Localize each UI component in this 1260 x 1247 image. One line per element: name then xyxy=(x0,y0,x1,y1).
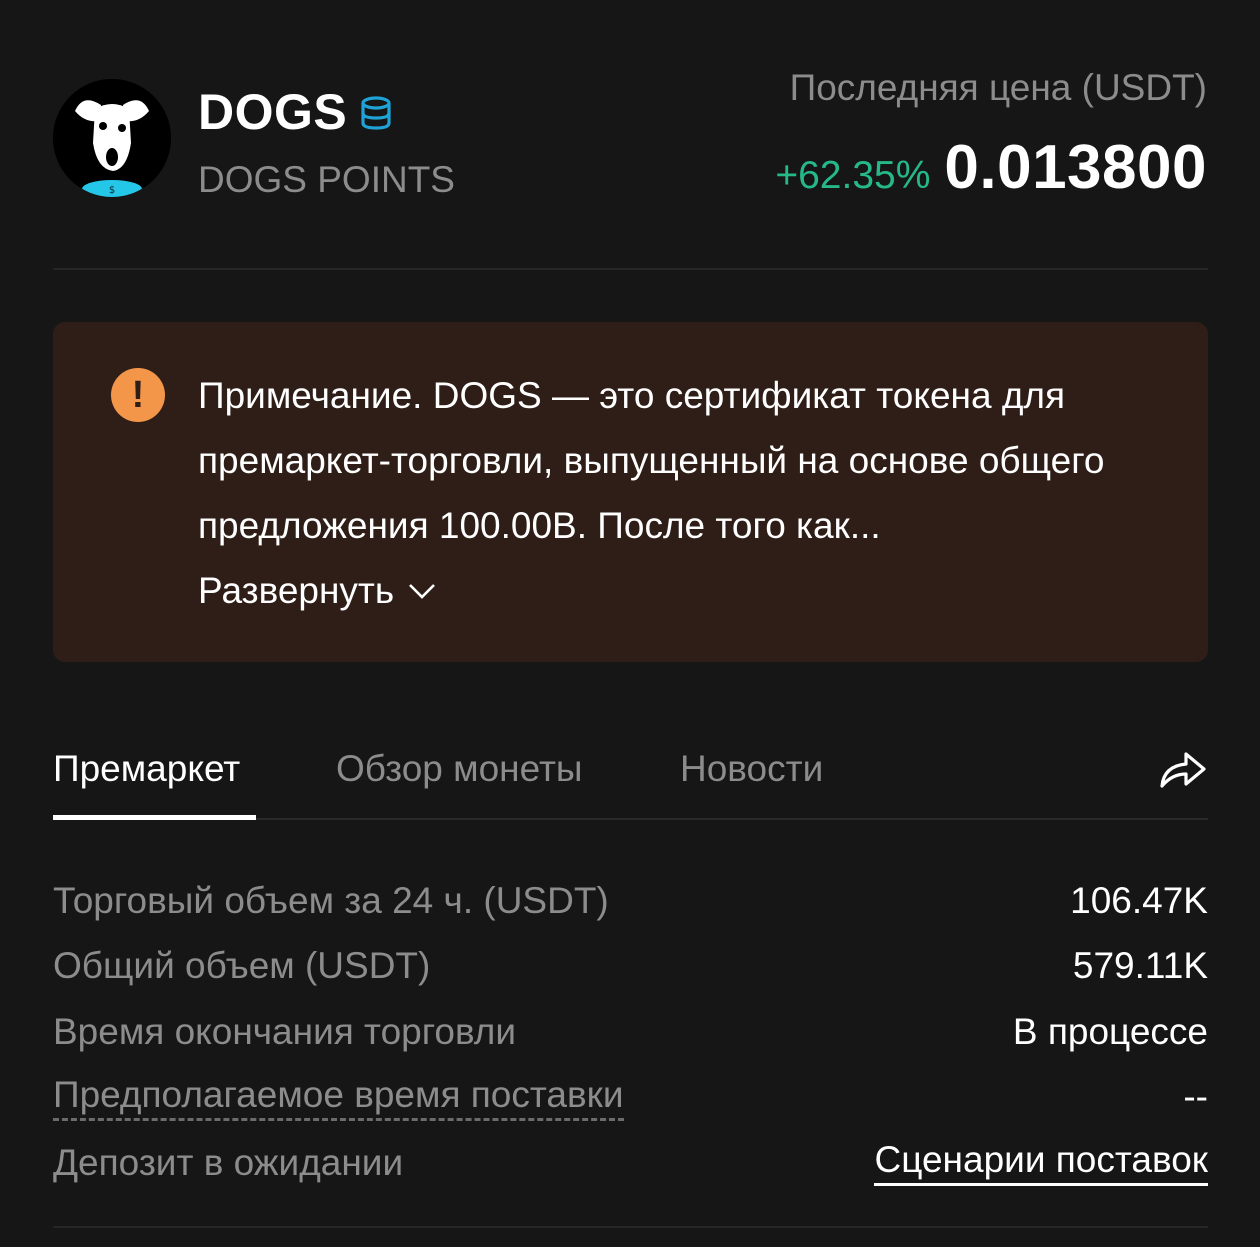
last-price-value: 0.013800 xyxy=(944,133,1207,202)
stat-label: Торговый объем за 24 ч. (USDT) xyxy=(53,879,609,921)
stat-row-pending-deposit: Депозит в ожидании Сценарии поставок xyxy=(53,1130,1208,1196)
stat-value: -- xyxy=(1183,1076,1208,1118)
share-icon[interactable] xyxy=(1158,748,1208,790)
stat-value: 579.11K xyxy=(1072,945,1208,987)
stat-label: Депозит в ожидании xyxy=(53,1141,404,1183)
stat-value: 106.47K xyxy=(1070,879,1208,921)
notice-banner: ! Примечание. DOGS — это сертификат токе… xyxy=(53,322,1208,662)
coin-symbol: DOGS xyxy=(198,84,348,140)
database-icon[interactable] xyxy=(360,96,392,130)
price-change-percent: +62.35% xyxy=(775,154,931,197)
chevron-down-icon xyxy=(409,583,436,599)
svg-text:$: $ xyxy=(109,185,115,196)
footer-divider xyxy=(53,1226,1208,1228)
stat-row-trading-end: Время окончания торговли В процессе xyxy=(53,999,1208,1065)
stat-value: В процессе xyxy=(1012,1010,1208,1052)
delivery-scenarios-link[interactable]: Сценарии поставок xyxy=(874,1139,1208,1187)
expand-label: Развернуть xyxy=(198,570,395,611)
stats-list: Торговый объем за 24 ч. (USDT) 106.47K О… xyxy=(53,868,1208,1196)
delivery-time-tooltip-label[interactable]: Предполагаемое время поставки xyxy=(53,1074,624,1121)
coin-full-name: DOGS POINTS xyxy=(198,159,455,200)
last-price-label: Последняя цена (USDT) xyxy=(789,67,1207,108)
stat-row-total-volume: Общий объем (USDT) 579.11K xyxy=(53,934,1208,1000)
notice-text: Примечание. DOGS — это сертификат токена… xyxy=(198,375,1105,546)
stat-label: Общий объем (USDT) xyxy=(53,945,431,987)
coin-avatar: $ xyxy=(53,79,171,197)
header-divider xyxy=(53,268,1208,270)
tab-premarket[interactable]: Премаркет xyxy=(53,738,240,800)
stat-row-delivery-time: Предполагаемое время поставки -- xyxy=(53,1065,1208,1131)
expand-button[interactable]: Развернуть xyxy=(198,558,436,623)
stat-row-24h-volume: Торговый объем за 24 ч. (USDT) 106.47K xyxy=(53,868,1208,934)
active-tab-indicator xyxy=(53,815,256,820)
dog-logo-icon: $ xyxy=(53,79,171,197)
tab-news[interactable]: Новости xyxy=(680,738,823,800)
stat-label: Время окончания торговли xyxy=(53,1010,517,1052)
tab-coin-overview[interactable]: Обзор монеты xyxy=(336,738,582,800)
warning-icon: ! xyxy=(111,368,165,422)
price-row: +62.35% 0.013800 xyxy=(775,132,1207,203)
market-page: $ DOGS DOGS POINTS Последняя цена (USDT)… xyxy=(0,0,1260,1247)
tab-bar: Премаркет Обзор монеты Новости xyxy=(53,738,1208,820)
